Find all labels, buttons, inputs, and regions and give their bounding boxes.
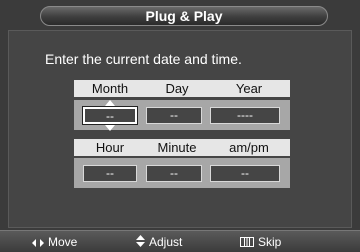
date-field-row: -- -- ---- [74, 100, 290, 131]
menu-icon [240, 236, 254, 250]
move-label: Move [48, 235, 78, 249]
month-header: Month [91, 81, 129, 96]
year-field[interactable]: ---- [210, 107, 280, 124]
skip-hint: Skip [240, 235, 281, 250]
ampm-field[interactable]: -- [210, 165, 280, 182]
skip-label: Skip [258, 235, 282, 249]
adjust-label: Adjust [149, 235, 183, 249]
footer-hints: Move Adjust Skip [0, 230, 360, 252]
up-arrow-icon [105, 100, 115, 106]
minute-field[interactable]: -- [146, 165, 202, 182]
time-header-row: Hour Minute am/pm [74, 139, 290, 156]
instruction-text: Enter the current date and time. [45, 51, 242, 67]
date-header-row: Month Day Year [74, 80, 290, 97]
down-arrow-icon [105, 125, 115, 131]
page-title: Plug & Play [145, 8, 223, 24]
title-pill: Plug & Play [40, 6, 328, 26]
move-hint: Move [32, 235, 77, 250]
minute-header: Minute [157, 140, 197, 155]
hour-header: Hour [95, 140, 125, 155]
year-header: Year [235, 81, 263, 96]
month-field[interactable]: -- [82, 106, 138, 125]
hour-field[interactable]: -- [83, 165, 137, 182]
day-header: Day [165, 81, 189, 96]
time-field-row: -- -- -- [74, 158, 290, 188]
ampm-header: am/pm [229, 140, 269, 155]
title-bar: Plug & Play [0, 0, 360, 30]
adjust-hint: Adjust [136, 235, 182, 250]
up-down-arrows-icon [136, 235, 145, 250]
day-field[interactable]: -- [146, 107, 202, 124]
left-right-arrows-icon [32, 236, 44, 250]
osd-screen: Plug & Play Enter the current date and t… [0, 0, 360, 252]
